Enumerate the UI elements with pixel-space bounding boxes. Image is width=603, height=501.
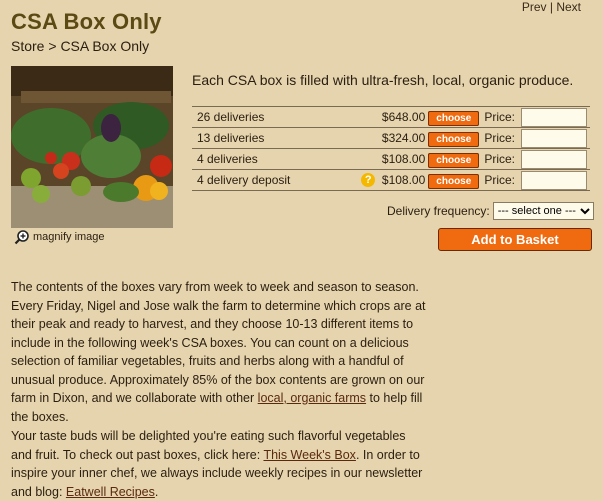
table-row: 4 deliveries $108.00 choose Price: <box>192 148 590 170</box>
option-price: $108.00 <box>378 169 427 191</box>
price-label: Price: <box>481 169 518 191</box>
table-row: 26 deliveries $648.00 choose Price: <box>192 106 590 128</box>
price-input[interactable] <box>521 170 587 190</box>
choose-button[interactable]: choose <box>428 132 480 147</box>
choose-button[interactable]: choose <box>428 153 480 168</box>
breadcrumb: Store > CSA Box Only <box>11 38 149 54</box>
this-weeks-box-link[interactable]: This Week's Box <box>263 448 355 462</box>
magnify-label: magnify image <box>33 231 105 243</box>
price-label: Price: <box>481 127 518 149</box>
option-price: $648.00 <box>378 106 427 128</box>
price-label: Price: <box>481 148 518 170</box>
produce-photo <box>11 66 173 228</box>
price-input[interactable] <box>521 149 587 169</box>
recipes-text-3: . <box>154 484 159 499</box>
product-intro: Each CSA box is filled with ultra-fresh,… <box>192 72 574 88</box>
frequency-select[interactable]: --- select one --- <box>492 202 594 220</box>
magnify-icon <box>14 230 29 245</box>
option-price: $108.00 <box>378 148 427 170</box>
eatwell-recipes-link[interactable]: Eatwell Recipes <box>66 485 155 499</box>
option-label: 4 delivery deposit <box>192 169 359 191</box>
option-label: 4 deliveries <box>192 148 359 170</box>
price-label: Price: <box>481 106 518 128</box>
breadcrumb-current: CSA Box Only <box>60 38 150 54</box>
choose-button[interactable]: choose <box>428 111 480 126</box>
product-image[interactable] <box>11 66 173 228</box>
table-row: 13 deliveries $324.00 choose Price: <box>192 127 590 149</box>
option-label: 26 deliveries <box>192 106 359 128</box>
magnify-image-link[interactable]: magnify image <box>14 229 105 245</box>
pager-separator: | <box>549 0 553 14</box>
next-link[interactable]: Next <box>556 0 581 14</box>
description-paragraph: The contents of the boxes vary from week… <box>11 278 426 426</box>
description-text: The contents of the boxes vary from week… <box>11 280 426 405</box>
delivery-options-table: 26 deliveries $648.00 choose Price: 13 d… <box>192 106 590 191</box>
frequency-label: Delivery frequency: <box>387 204 490 218</box>
option-price: $324.00 <box>378 127 427 149</box>
local-farms-link[interactable]: local, organic farms <box>258 391 366 405</box>
table-row: 4 delivery deposit ? $108.00 choose Pric… <box>192 169 590 191</box>
pager: Prev | Next <box>522 0 581 14</box>
price-input[interactable] <box>521 107 587 127</box>
help-icon[interactable]: ? <box>361 173 376 188</box>
recipes-paragraph: Your taste buds will be delighted you're… <box>11 427 426 501</box>
page-title: CSA Box Only <box>11 9 162 34</box>
prev-link[interactable]: Prev <box>522 0 547 14</box>
price-input[interactable] <box>521 128 587 148</box>
breadcrumb-separator: > <box>48 38 57 54</box>
delivery-frequency: Delivery frequency: --- select one --- <box>387 202 594 220</box>
choose-button[interactable]: choose <box>428 174 480 189</box>
breadcrumb-store-link[interactable]: Store <box>11 38 44 54</box>
add-to-basket-button[interactable]: Add to Basket <box>438 228 592 251</box>
option-label: 13 deliveries <box>192 127 359 149</box>
